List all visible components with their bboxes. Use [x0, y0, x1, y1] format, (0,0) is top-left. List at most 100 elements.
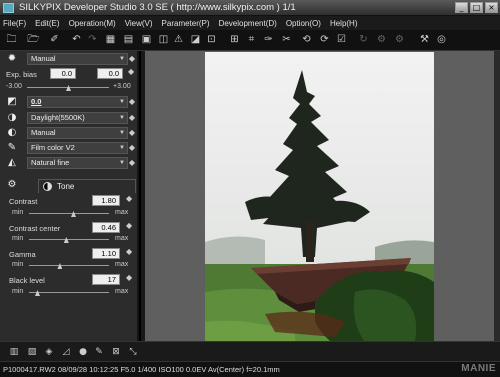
white-balance-icon[interactable]: ◑	[5, 112, 19, 124]
black-level-track[interactable]	[29, 292, 109, 293]
noise-icon[interactable]: ▧	[26, 346, 38, 358]
open-folder-icon[interactable]: 🗀	[5, 34, 18, 46]
crop-icon[interactable]: ⌗	[245, 34, 258, 46]
chevron-down-icon: ▼	[119, 145, 125, 151]
contrast-min: min	[12, 209, 24, 216]
sharpen-icon[interactable]: ◈	[43, 346, 55, 358]
color-mode-select[interactable]: Film color V2 ▼	[27, 142, 128, 154]
exposure-mode-select[interactable]: Manual ▼	[27, 53, 128, 65]
diamond-icon[interactable]: ◆	[126, 273, 132, 283]
chevron-down-icon: ▼	[119, 115, 125, 121]
eyedropper-icon[interactable]: ✎	[5, 142, 19, 154]
sun-icon[interactable]: ✹	[5, 53, 19, 65]
gamma-label: Gamma	[9, 250, 36, 259]
diamond-icon[interactable]: ◆	[129, 113, 135, 123]
saturation-icon[interactable]: ◐	[5, 127, 19, 139]
black-level-min: min	[12, 288, 24, 295]
black-level-thumb[interactable]	[35, 290, 40, 296]
menu-parameter[interactable]: Parameter(P)	[162, 19, 210, 28]
batch-develop-icon[interactable]: ⚙	[393, 34, 406, 46]
picker-icon[interactable]: ✑	[262, 34, 275, 46]
exp-bias-thumb[interactable]	[66, 85, 71, 91]
contrast-icon[interactable]: ◩	[5, 96, 19, 108]
exp-bias-field-a[interactable]: 0.0	[50, 68, 76, 79]
contrast-center-min: min	[12, 235, 24, 242]
check-icon[interactable]: ☑	[335, 34, 348, 46]
lens-icon[interactable]: ⊠	[110, 346, 122, 358]
menu-file[interactable]: File(F)	[3, 19, 26, 28]
main-toolbar: 🗀 🗁 ✐ ↶ ↷ ▦ ▤ ▣ ◫ ⚠ ◪ ⊡ ⊞ ⌗ ✑ ✂ ⟲ ⟳ ☑ ↻ …	[0, 30, 500, 51]
redo-icon[interactable]: ↷	[86, 34, 99, 46]
gamma-thumb[interactable]	[57, 263, 63, 269]
develop-icon[interactable]: ⚙	[375, 34, 388, 46]
tone-tools-icon[interactable]: ⚙	[5, 179, 19, 191]
resize-icon[interactable]: ⤡	[127, 346, 139, 358]
diamond-icon[interactable]: ◆	[126, 221, 132, 231]
contrast-track[interactable]	[29, 213, 109, 214]
black-level-label: Black level	[9, 276, 45, 285]
folder-recent-icon[interactable]: 🗁	[27, 34, 40, 46]
sphere-icon[interactable]: ●	[77, 346, 89, 358]
menu-help[interactable]: Help(H)	[330, 19, 358, 28]
control-panel: ✹ Manual ▼ ◆ Exp. bias 0.0 0.0 ◆ -3.00 +3…	[0, 51, 139, 341]
exp-bias-min: -3.00	[6, 83, 22, 90]
tone-header: ⚙ Tone	[2, 179, 137, 193]
fit-view-icon[interactable]: ◪	[189, 34, 202, 46]
curve-icon[interactable]: ◿	[60, 346, 72, 358]
exp-bias-field-b[interactable]: 0.0	[97, 68, 123, 79]
single-view-icon[interactable]: ▣	[140, 34, 153, 46]
refresh-icon[interactable]: ↻	[357, 34, 370, 46]
viewer-scrollbar[interactable]	[494, 51, 500, 341]
diamond-icon[interactable]: ◆	[129, 143, 135, 153]
sharpness-icon[interactable]: ◭	[5, 157, 19, 169]
white-balance-select[interactable]: Daylight(5500K) ▼	[27, 112, 128, 124]
brush-icon[interactable]: ✎	[93, 346, 105, 358]
sharpness-select[interactable]: Natural fine ▼	[27, 157, 128, 169]
contrast-thumb[interactable]	[71, 211, 76, 217]
grid-view-icon[interactable]: ▦	[104, 34, 117, 46]
split-view-icon[interactable]: ▤	[122, 34, 135, 46]
contrast-select[interactable]: 0.0 ▼	[27, 96, 128, 108]
diamond-icon[interactable]: ◆	[129, 128, 135, 138]
tools-icon[interactable]: ✂	[280, 34, 293, 46]
undo-icon[interactable]: ↶	[70, 34, 83, 46]
contrast-center-thumb[interactable]	[63, 237, 69, 243]
diamond-icon[interactable]: ◆	[126, 194, 132, 204]
zoom-icon[interactable]: ⊡	[205, 34, 218, 46]
menu-edit[interactable]: Edit(E)	[35, 19, 59, 28]
menu-operation[interactable]: Operation(M)	[69, 19, 116, 28]
tab-tone[interactable]: Tone	[38, 179, 136, 193]
contrast-field[interactable]: 1.80	[92, 195, 120, 206]
preview-image	[205, 52, 434, 358]
white-balance-value: Daylight(5500K)	[31, 113, 85, 122]
diamond-icon[interactable]: ◆	[129, 54, 135, 64]
maximize-button[interactable]: □	[470, 2, 483, 13]
close-button[interactable]: ×	[485, 2, 498, 13]
window-title: SILKYPIX Developer Studio 3.0 SE ( http:…	[19, 2, 296, 13]
menu-development[interactable]: Development(D)	[219, 19, 277, 28]
rotate-left-icon[interactable]: ⟲	[300, 34, 313, 46]
crosshair-icon[interactable]: ⊞	[228, 34, 241, 46]
compare-view-icon[interactable]: ◫	[157, 34, 170, 46]
gamma-field[interactable]: 1.10	[92, 248, 120, 259]
menu-view[interactable]: View(V)	[125, 19, 153, 28]
histogram-icon[interactable]: ▥	[8, 346, 20, 358]
black-level-field[interactable]: 17	[92, 274, 120, 285]
saturation-select[interactable]: Manual ▼	[27, 127, 128, 139]
minimize-button[interactable]: _	[455, 2, 468, 13]
diamond-icon[interactable]: ◆	[129, 158, 135, 168]
menu-option[interactable]: Option(O)	[286, 19, 321, 28]
contrast-center-track[interactable]	[29, 239, 109, 240]
contrast-center-max: max	[115, 235, 129, 242]
diamond-icon[interactable]: ◆	[128, 67, 134, 77]
watermark: MANIE	[461, 363, 496, 374]
warning-icon[interactable]: ⚠	[172, 34, 185, 46]
diamond-icon[interactable]: ◆	[129, 97, 135, 107]
contrast-center-field[interactable]: 0.46	[92, 222, 120, 233]
hammer-icon[interactable]: ⚒	[418, 34, 431, 46]
diamond-icon[interactable]: ◆	[126, 247, 132, 257]
gamma-track[interactable]	[29, 265, 109, 266]
globe-icon[interactable]: ◎	[435, 34, 448, 46]
eraser-icon[interactable]: ✐	[48, 34, 61, 46]
rotate-right-icon[interactable]: ⟳	[318, 34, 331, 46]
